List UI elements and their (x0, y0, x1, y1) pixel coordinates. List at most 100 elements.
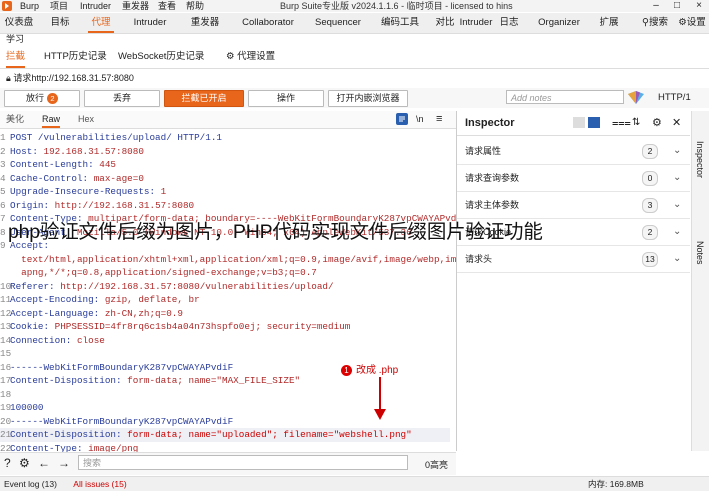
http-version-label[interactable]: HTTP/1 (658, 88, 691, 108)
chevron-down-icon[interactable]: ⌄ (673, 165, 681, 191)
menu-project[interactable]: 项目 (50, 0, 68, 12)
menu-view[interactable]: 查看 (158, 0, 176, 12)
forward-arrow-icon[interactable]: → (58, 456, 70, 470)
code-line[interactable]: 4 Cache-Control: max-age=0 (0, 172, 450, 186)
tab-http-history[interactable]: HTTP历史记录 (44, 46, 107, 68)
open-browser-button[interactable]: 打开内嵌浏览器 (328, 90, 408, 107)
layout-list-icon[interactable] (573, 117, 585, 128)
tab-sequencer[interactable]: Sequencer (314, 13, 362, 33)
drop-button[interactable]: 丢弃 (84, 90, 160, 107)
tab-raw[interactable]: Raw (42, 111, 61, 128)
code-line[interactable]: 15 (0, 347, 450, 361)
code-line[interactable]: 6 Origin: http://192.168.31.57:8080 (0, 199, 450, 213)
tab-intruder-2[interactable]: Intruder (456, 13, 496, 33)
tab-proxy-settings[interactable]: ⚙ 代理设置 (226, 46, 275, 68)
inspector-row-query-params[interactable]: 请求查询参数 0 ⌄ (457, 165, 690, 192)
forward-button[interactable]: 放行 2 (4, 90, 80, 107)
code-line[interactable]: apng,*/*;q=0.8,application/signed-exchan… (0, 266, 450, 280)
code-key: Content-Disposition: (10, 429, 122, 440)
tab-dashboard[interactable]: 仪表盘 (4, 13, 34, 33)
chevron-down-icon[interactable]: ⌄ (673, 192, 681, 218)
code-line[interactable]: 5 Upgrade-Insecure-Requests: 1 (0, 185, 450, 199)
side-tab-notes[interactable]: Notes (695, 241, 705, 265)
code-line[interactable]: 10Referer: http://192.168.31.57:8080/vul… (0, 280, 450, 294)
menu-intruder[interactable]: Intruder (80, 0, 111, 12)
chevron-down-icon[interactable]: ⌄ (673, 138, 681, 164)
more-menu-icon[interactable]: ≡ (436, 111, 442, 128)
inspector-settings-gear-icon[interactable]: ⚙ (652, 111, 662, 135)
tab-logger[interactable]: 日志 (498, 13, 520, 33)
collapse-icon[interactable]: ⇅ (632, 111, 640, 135)
chevron-down-icon[interactable]: ⌄ (673, 246, 681, 272)
close-icon[interactable]: × (690, 0, 708, 12)
tab-collaborator[interactable]: Collaborator (240, 13, 296, 33)
code-key: Referer: (10, 280, 55, 292)
inspector-row-label: 请求主体参数 (465, 200, 520, 210)
request-target-line: 🔒︎ 请求http://192.168.31.57:8080 (0, 69, 709, 87)
tab-organizer[interactable]: Organizer (536, 13, 582, 33)
tab-hex[interactable]: Hex (78, 111, 94, 128)
newline-toggle-icon[interactable]: \n (416, 111, 424, 128)
tab-decoder[interactable]: 编码工具 (380, 13, 420, 33)
tab-learn[interactable]: 学习 (6, 34, 24, 45)
inspector-row-label: 请求查询参数 (465, 173, 520, 183)
minimize-icon[interactable]: – (647, 0, 665, 12)
forward-label: 放行 (25, 93, 44, 103)
gear-icon[interactable]: ⚙ (19, 456, 30, 470)
action-button[interactable]: 操作 (248, 90, 324, 107)
maximize-icon[interactable]: □ (668, 0, 686, 12)
code-line[interactable]: 1 POST /vulnerabilities/upload/ HTTP/1.1 (0, 131, 450, 145)
inspector-row-count: 13 (642, 252, 658, 267)
all-issues-link[interactable]: All issues (15) (73, 479, 126, 489)
code-line[interactable]: 11Accept-Encoding: gzip, deflate, br (0, 293, 450, 307)
tab-proxy[interactable]: 代理 (88, 13, 114, 33)
side-tab-inspector[interactable]: Inspector (695, 141, 705, 178)
menu-repeater[interactable]: 重发器 (122, 0, 149, 12)
tab-target[interactable]: 目标 (46, 13, 74, 33)
editor-search-input[interactable]: 搜索 (78, 455, 408, 470)
wrap-icon[interactable] (396, 113, 408, 125)
gear-icon: ⚙ (678, 17, 687, 28)
tab-intercept[interactable]: 拦截 (6, 46, 26, 68)
tab-websocket-history[interactable]: WebSocket历史记录 (118, 46, 204, 68)
code-value: 192.168.31.57:8080 (37, 145, 144, 157)
event-log-link[interactable]: Event log (13) (4, 479, 57, 489)
code-value: 1 (155, 186, 167, 197)
code-value: text/html,application/xhtml+xml,applicat… (10, 253, 479, 265)
tab-repeater[interactable]: 重发器 (188, 13, 222, 33)
code-line[interactable]: text/html,application/xhtml+xml,applicat… (0, 253, 478, 267)
code-key: ------WebKitFormBoundaryK287vpCWAYAPvdiF (10, 415, 234, 427)
tab-comparer[interactable]: 对比 (434, 13, 456, 33)
code-line[interactable]: 12Accept-Language: zh-CN,zh;q=0.9 (0, 307, 450, 321)
code-line[interactable]: 14Connection: close (0, 334, 450, 348)
line-number: 13 (0, 321, 12, 332)
overlay-title: php验证文件后缀为图片，PHP代码实现文件后缀图片验证功能 (8, 221, 543, 243)
layout-split-icon[interactable] (588, 117, 600, 128)
help-icon[interactable]: ? (4, 456, 11, 470)
tab-intruder[interactable]: Intruder (130, 13, 170, 33)
code-line[interactable]: 13Cookie: PHPSESSID=4fr8rq6c1sb4a04n73hs… (0, 320, 450, 334)
back-arrow-icon[interactable]: ← (38, 456, 50, 470)
inspector-row-body-params[interactable]: 请求主体参数 3 ⌄ (457, 192, 690, 219)
close-inspector-icon[interactable]: ✕ (672, 111, 681, 135)
inspector-row-headers[interactable]: 请求头 13 ⌄ (457, 246, 690, 273)
intercept-toggle-button[interactable]: 拦截已开启 (164, 90, 244, 107)
code-key: ------WebKitFormBoundaryK287vpCWAYAPvdiF (10, 361, 234, 373)
align-icon[interactable]: ⩶ (612, 111, 631, 135)
search-button[interactable]: ⚲搜索 (640, 13, 670, 33)
inspector-row-request-attributes[interactable]: 请求属性 2 ⌄ (457, 138, 690, 165)
settings-button[interactable]: ⚙设置 (676, 13, 708, 33)
highlight-color-icon[interactable] (628, 91, 644, 104)
code-line[interactable]: 3 Content-Length: 445 (0, 158, 450, 172)
main-tab-bar: 仪表盘 目标 代理 Intruder 重发器 Collaborator Sequ… (0, 13, 709, 34)
code-line[interactable]: 2 Host: 192.168.31.57:8080 (0, 145, 450, 159)
menu-help[interactable]: 帮助 (186, 0, 204, 12)
menu-burp[interactable]: Burp (20, 0, 39, 12)
code-line[interactable]: 21Content-Disposition: form-data; name="… (0, 428, 450, 442)
forward-count-badge: 2 (47, 93, 58, 104)
tab-extensions[interactable]: 扩展 (598, 13, 620, 33)
tab-pretty[interactable]: 美化 (6, 111, 24, 128)
notes-input[interactable]: Add notes (506, 90, 624, 104)
proxy-sub-tab-bar: 拦截 HTTP历史记录 WebSocket历史记录 ⚙ 代理设置 (0, 46, 709, 69)
line-number: 3 (0, 159, 6, 170)
